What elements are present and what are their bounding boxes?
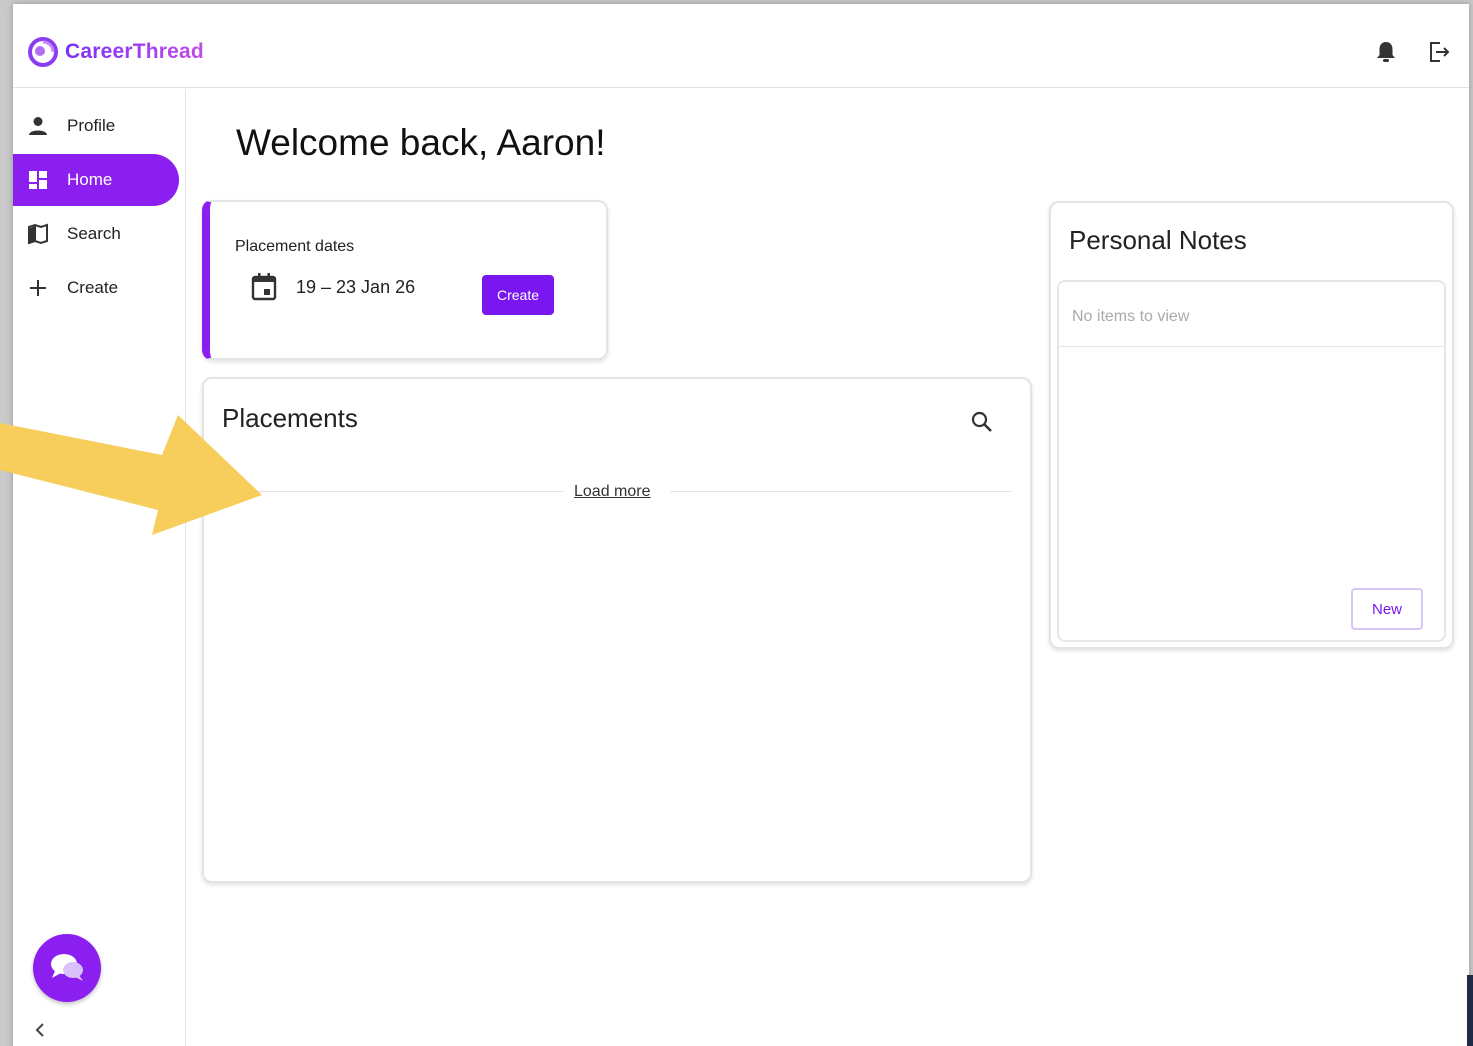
load-more-link[interactable]: Load more [574,483,651,501]
notes-list: No items to view New [1057,280,1446,642]
notes-empty-message: No items to view [1072,308,1190,325]
sidebar-item-label: Search [67,224,121,243]
divider-right [670,491,1012,492]
map-icon [28,223,48,245]
sidebar-item-search[interactable]: Search [13,208,179,260]
placement-dates-title: Placement dates [235,238,355,255]
dashboard-icon [29,171,47,189]
logo-icon [28,37,58,67]
person-icon [29,117,47,135]
logout-icon[interactable] [1427,40,1451,64]
top-bar: CareerThread [13,4,1469,88]
sidebar-item-label: Home [67,170,113,189]
bell-icon[interactable] [1375,40,1397,64]
notes-separator [1059,346,1444,347]
chat-bubbles-icon [51,954,83,981]
divider-left [222,491,564,492]
personal-notes-card: Personal Notes No items to view New [1049,201,1454,649]
sidebar-item-profile[interactable]: Profile [13,100,179,152]
placement-dates-card: Placement dates 19 – 23 Jan 26 Create [202,200,608,360]
chat-button[interactable] [33,934,101,1002]
app-name: CareerThread [65,40,204,63]
app-logo[interactable]: CareerThread [27,36,204,68]
sidebar: Profile Home Search Create [13,89,186,1046]
search-icon[interactable] [970,410,994,434]
page-title: Welcome back, Aaron! [236,122,606,163]
sidebar-item-create[interactable]: Create [13,262,179,314]
annotation-arrow-icon [0,415,262,535]
sidebar-item-home[interactable]: Home [13,154,179,206]
placement-date-range: 19 – 23 Jan 26 [296,276,416,297]
plus-icon [30,280,46,296]
sidebar-item-label: Create [67,278,119,297]
background-edge [1467,975,1473,1046]
create-placement-button[interactable]: Create [482,275,554,315]
placements-card: Placements Load more [202,377,1032,883]
new-note-button[interactable]: New [1351,588,1423,630]
sidebar-item-label: Profile [67,116,116,135]
calendar-icon [251,273,277,301]
chevron-left-icon[interactable] [33,1021,47,1039]
notes-title: Personal Notes [1069,225,1247,255]
